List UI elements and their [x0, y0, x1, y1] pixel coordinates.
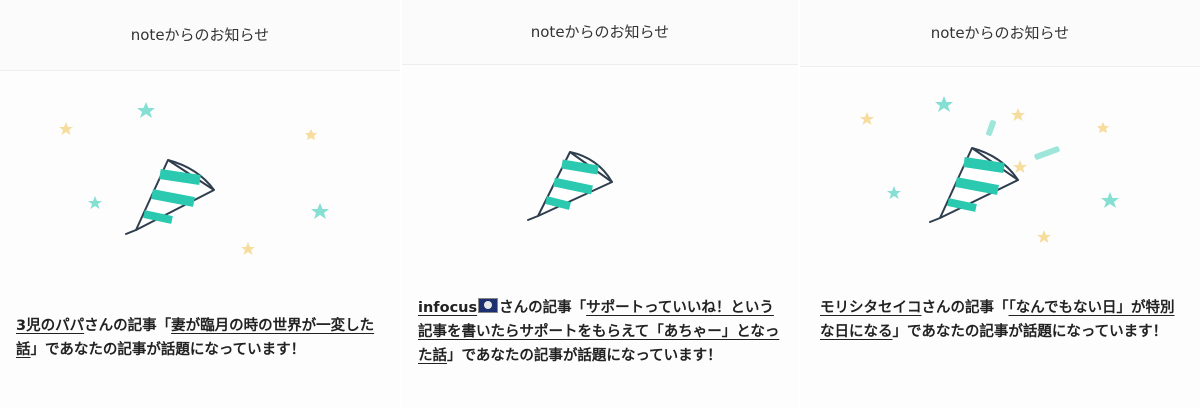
celebration-illustration: [800, 68, 1200, 288]
message-tail: 」であなたの記事が話題になっています！: [447, 348, 722, 364]
message-tail: 」であなたの記事が話題になっています！: [30, 342, 306, 358]
notification-panel-3: noteからのお知らせ モリシタセイコさんの記事「「なんでもない日」が特別な日に…: [800, 0, 1200, 408]
party-popper-icon: [527, 151, 613, 221]
star-icon: [1037, 230, 1051, 243]
star-icon: [311, 203, 329, 219]
star-icon: [935, 96, 953, 112]
star-icon: [241, 242, 255, 255]
star-icon: [88, 196, 102, 209]
star-icon: [1011, 108, 1025, 121]
message-suffix: さんの記事「: [921, 300, 1009, 316]
message-tail: 」であなたの記事が話題になっています！: [892, 324, 1168, 340]
user-link[interactable]: 3児のパパ: [16, 318, 84, 334]
star-icon: [59, 122, 73, 135]
star-icon: [305, 129, 317, 140]
star-icon: [137, 102, 155, 118]
celebration-illustration: [402, 66, 798, 286]
notification-message: 3児のパパさんの記事「妻が臨月の時の世界が一変した話」であなたの記事が話題になっ…: [16, 314, 392, 362]
party-popper-icon: [59, 102, 329, 255]
user-link[interactable]: infocus: [418, 298, 499, 316]
notification-message: infocus さんの記事「サポートっていいね！という記事を書いたらサポートをもら…: [418, 296, 784, 368]
celebration-illustration: [0, 72, 400, 282]
party-popper-icon: [860, 96, 1119, 243]
panel-header: noteからのお知らせ: [800, 0, 1200, 67]
notification-panel-1: noteからのお知らせ 3児のパパさんの記事「妻が臨月の時の世界が一変した話」で…: [0, 0, 400, 408]
star-icon: [1101, 192, 1119, 208]
panel-header: noteからのお知らせ: [402, 0, 798, 65]
user-name: infocus: [418, 300, 478, 316]
star-icon: [887, 186, 901, 199]
notification-message: モリシタセイコさんの記事「「なんでもない日」が特別な日になる」であなたの記事が話…: [820, 296, 1186, 344]
user-link[interactable]: モリシタセイコ: [820, 300, 922, 316]
notification-panel-2: noteからのお知らせ infocus さんの記事「サポートっていいね！という記事…: [402, 0, 798, 408]
message-suffix: さんの記事「: [84, 318, 172, 334]
star-icon: [860, 112, 874, 125]
message-suffix: さんの記事「: [499, 300, 587, 316]
star-icon: [1097, 122, 1109, 133]
panel-header: noteからのお知らせ: [0, 0, 400, 71]
korea-flag-icon: [478, 298, 499, 313]
